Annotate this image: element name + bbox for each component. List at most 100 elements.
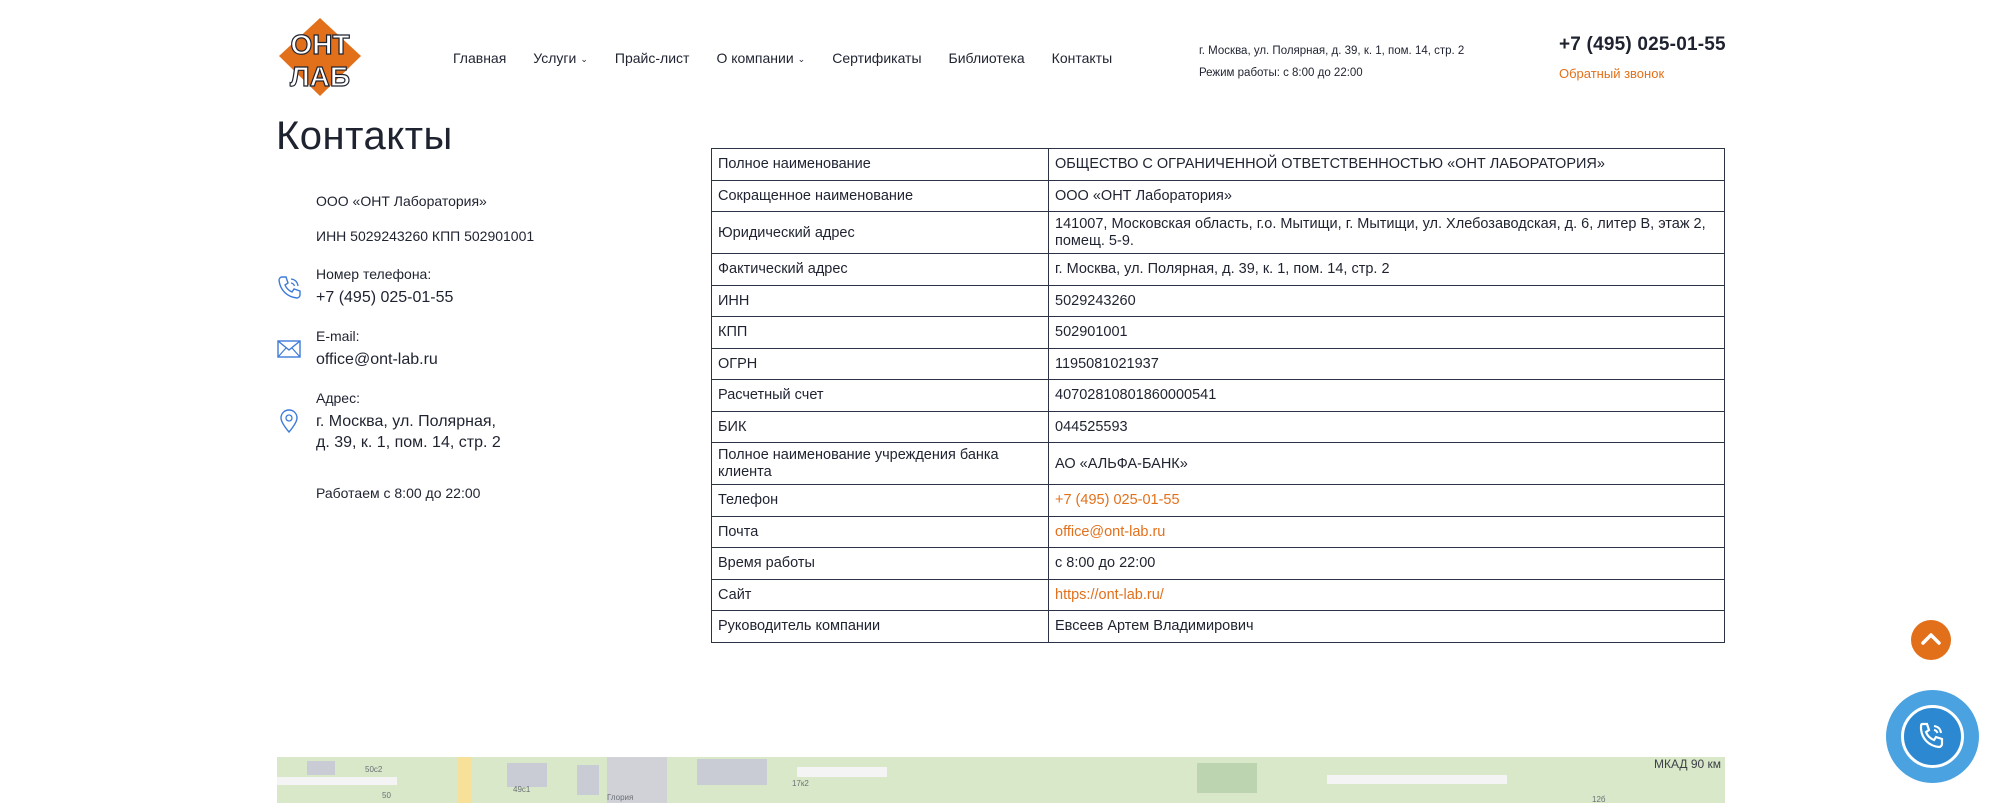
table-row: Почта office@ont-lab.ru	[711, 515, 1725, 548]
envelope-icon	[277, 340, 301, 358]
row-value: Евсеев Артем Владимирович	[1048, 610, 1725, 643]
email-value[interactable]: office@ont-lab.ru	[316, 351, 438, 369]
header-phone-link[interactable]: +7 (495) 025-01-55	[1559, 34, 1726, 56]
row-value: 40702810801860000541	[1048, 379, 1725, 412]
chevron-down-icon: ⌄	[797, 54, 806, 64]
table-row: Руководитель компании Евсеев Артем Владим…	[711, 610, 1725, 643]
call-button[interactable]	[1886, 690, 1979, 783]
row-value: АО «АЛЬФА-БАНК»	[1048, 442, 1725, 485]
row-value: г. Москва, ул. Полярная, д. 39, к. 1, по…	[1048, 253, 1725, 286]
email-label: E-mail:	[316, 328, 360, 344]
row-key-text: Полное наименование учреждения банка кли…	[718, 446, 999, 480]
map-road	[797, 767, 887, 777]
nav-label: О компании	[716, 50, 794, 66]
row-key: БИК	[711, 410, 1049, 443]
row-key: Юридический адрес	[711, 211, 1049, 254]
working-hours: Работаем с 8:00 до 22:00	[316, 485, 481, 501]
phone-value[interactable]: +7 (495) 025-01-55	[316, 289, 453, 307]
table-row: Сокращенное наименование ООО «ОНТ Лаборат…	[711, 179, 1725, 212]
email-link[interactable]: office@ont-lab.ru	[1055, 524, 1165, 540]
phone-link[interactable]: +7 (495) 025-01-55	[1055, 492, 1180, 508]
row-value: 141007, Московская область, г.о. Мытищи,…	[1048, 211, 1725, 254]
nav-label: Сертификаты	[832, 50, 922, 66]
table-row: Юридический адрес 141007, Московская обла…	[711, 211, 1725, 254]
chevron-up-icon	[1921, 633, 1941, 645]
nav-label: Услуги	[533, 50, 577, 66]
address-line-1: г. Москва, ул. Полярная,	[316, 413, 496, 430]
table-row: Расчетный счет 40702810801860000541	[711, 379, 1725, 412]
row-value: https://ont-lab.ru/	[1048, 578, 1725, 611]
table-row: Телефон +7 (495) 025-01-55	[711, 484, 1725, 517]
row-key: ОГРН	[711, 347, 1049, 380]
map-road	[277, 777, 397, 785]
nav-item-price-list[interactable]: Прайс-лист	[615, 50, 690, 66]
address-label: Адрес:	[316, 390, 360, 406]
logo-text-top: ОНТ	[290, 29, 349, 60]
header-info: г. Москва, ул. Полярная, д. 39, к. 1, по…	[1199, 40, 1464, 84]
row-value: с 8:00 до 22:00	[1048, 547, 1725, 580]
chevron-down-icon: ⌄	[580, 54, 588, 64]
page-title: Контакты	[276, 114, 453, 158]
nav-item-services[interactable]: Услуги ⌄	[533, 50, 588, 66]
row-value: 044525593	[1048, 410, 1725, 443]
table-row: Фактический адрес г. Москва, ул. Полярная…	[711, 253, 1725, 286]
map-road	[457, 757, 471, 803]
website-link[interactable]: https://ont-lab.ru/	[1055, 587, 1164, 603]
row-key: Руководитель компании	[711, 610, 1049, 643]
map-building	[1197, 763, 1257, 793]
table-row: Полное наименование учреждения банка кли…	[711, 442, 1725, 485]
nav-item-certificates[interactable]: Сертификаты	[832, 50, 921, 66]
scroll-top-button[interactable]	[1911, 620, 1951, 660]
nav-label: Главная	[453, 50, 507, 66]
map[interactable]: 50с2 50 49с1 Глория 17к2 12б МКАД 90 км	[277, 757, 1725, 803]
row-key: Телефон	[711, 484, 1049, 517]
table-row: БИК 044525593	[711, 410, 1725, 443]
row-key: КПП	[711, 316, 1049, 349]
map-building	[507, 763, 547, 787]
nav-item-about[interactable]: О компании ⌄	[716, 50, 805, 66]
row-value: +7 (495) 025-01-55	[1048, 484, 1725, 517]
row-key: Полное наименование учреждения банка кли…	[711, 442, 1049, 485]
row-key: Сайт	[711, 578, 1049, 611]
logo-text-bottom: ЛАБ	[290, 61, 350, 92]
address-line-2: д. 39, к. 1, пом. 14, стр. 2	[316, 434, 501, 451]
phone-call-icon	[1919, 722, 1944, 749]
map-label-mkad: МКАД 90 км	[1653, 757, 1721, 771]
table-row: Сайт https://ont-lab.ru/	[711, 578, 1725, 611]
table-row: КПП 502901001	[711, 316, 1725, 349]
nav-item-home[interactable]: Главная	[453, 50, 506, 66]
company-name: ООО «ОНТ Лаборатория»	[316, 193, 487, 209]
row-key: Сокращенное наименование	[711, 179, 1049, 212]
map-label: 17к2	[792, 779, 809, 788]
callback-link[interactable]: Обратный звонок	[1559, 66, 1664, 81]
table-row: ИНН 5029243260	[711, 284, 1725, 317]
row-value: ООО «ОНТ Лаборатория»	[1048, 179, 1725, 212]
map-label: 50с2	[365, 765, 383, 774]
row-value: 5029243260	[1048, 284, 1725, 317]
nav-label: Контакты	[1051, 50, 1113, 66]
nav-item-library[interactable]: Библиотека	[949, 50, 1025, 66]
requisites-table: Полное наименование ОБЩЕСТВО С ОГРАНИЧЕНН…	[711, 148, 1725, 643]
call-button-ring	[1901, 705, 1964, 768]
nav-item-contacts[interactable]: Контакты	[1052, 50, 1112, 66]
phone-label: Номер телефона:	[316, 266, 432, 282]
row-value: office@ont-lab.ru	[1048, 515, 1725, 548]
company-logo[interactable]: ОНТ ЛАБ	[277, 16, 363, 98]
row-key: Почта	[711, 515, 1049, 548]
nav-label: Библиотека	[948, 50, 1025, 66]
row-key: Время работы	[711, 547, 1049, 580]
table-row: Полное наименование ОБЩЕСТВО С ОГРАНИЧЕНН…	[711, 148, 1725, 181]
inn-kpp: ИНН 5029243260 КПП 502901001	[316, 228, 535, 244]
map-building	[307, 761, 335, 775]
map-label: 50	[382, 791, 391, 800]
header-hours: Режим работы: с 8:00 до 22:00	[1199, 67, 1363, 79]
nav-label: Прайс-лист	[614, 50, 690, 66]
map-building	[577, 765, 599, 795]
table-row: Время работы с 8:00 до 22:00	[711, 547, 1725, 580]
row-key: Фактический адрес	[711, 253, 1049, 286]
map-label: 49с1	[513, 785, 531, 794]
main-nav: Главная Услуги ⌄ Прайс-лист О компании ⌄ С…	[453, 50, 1139, 66]
row-key: Полное наименование	[711, 148, 1049, 181]
map-pin-icon	[280, 409, 298, 434]
map-road	[1327, 775, 1507, 784]
